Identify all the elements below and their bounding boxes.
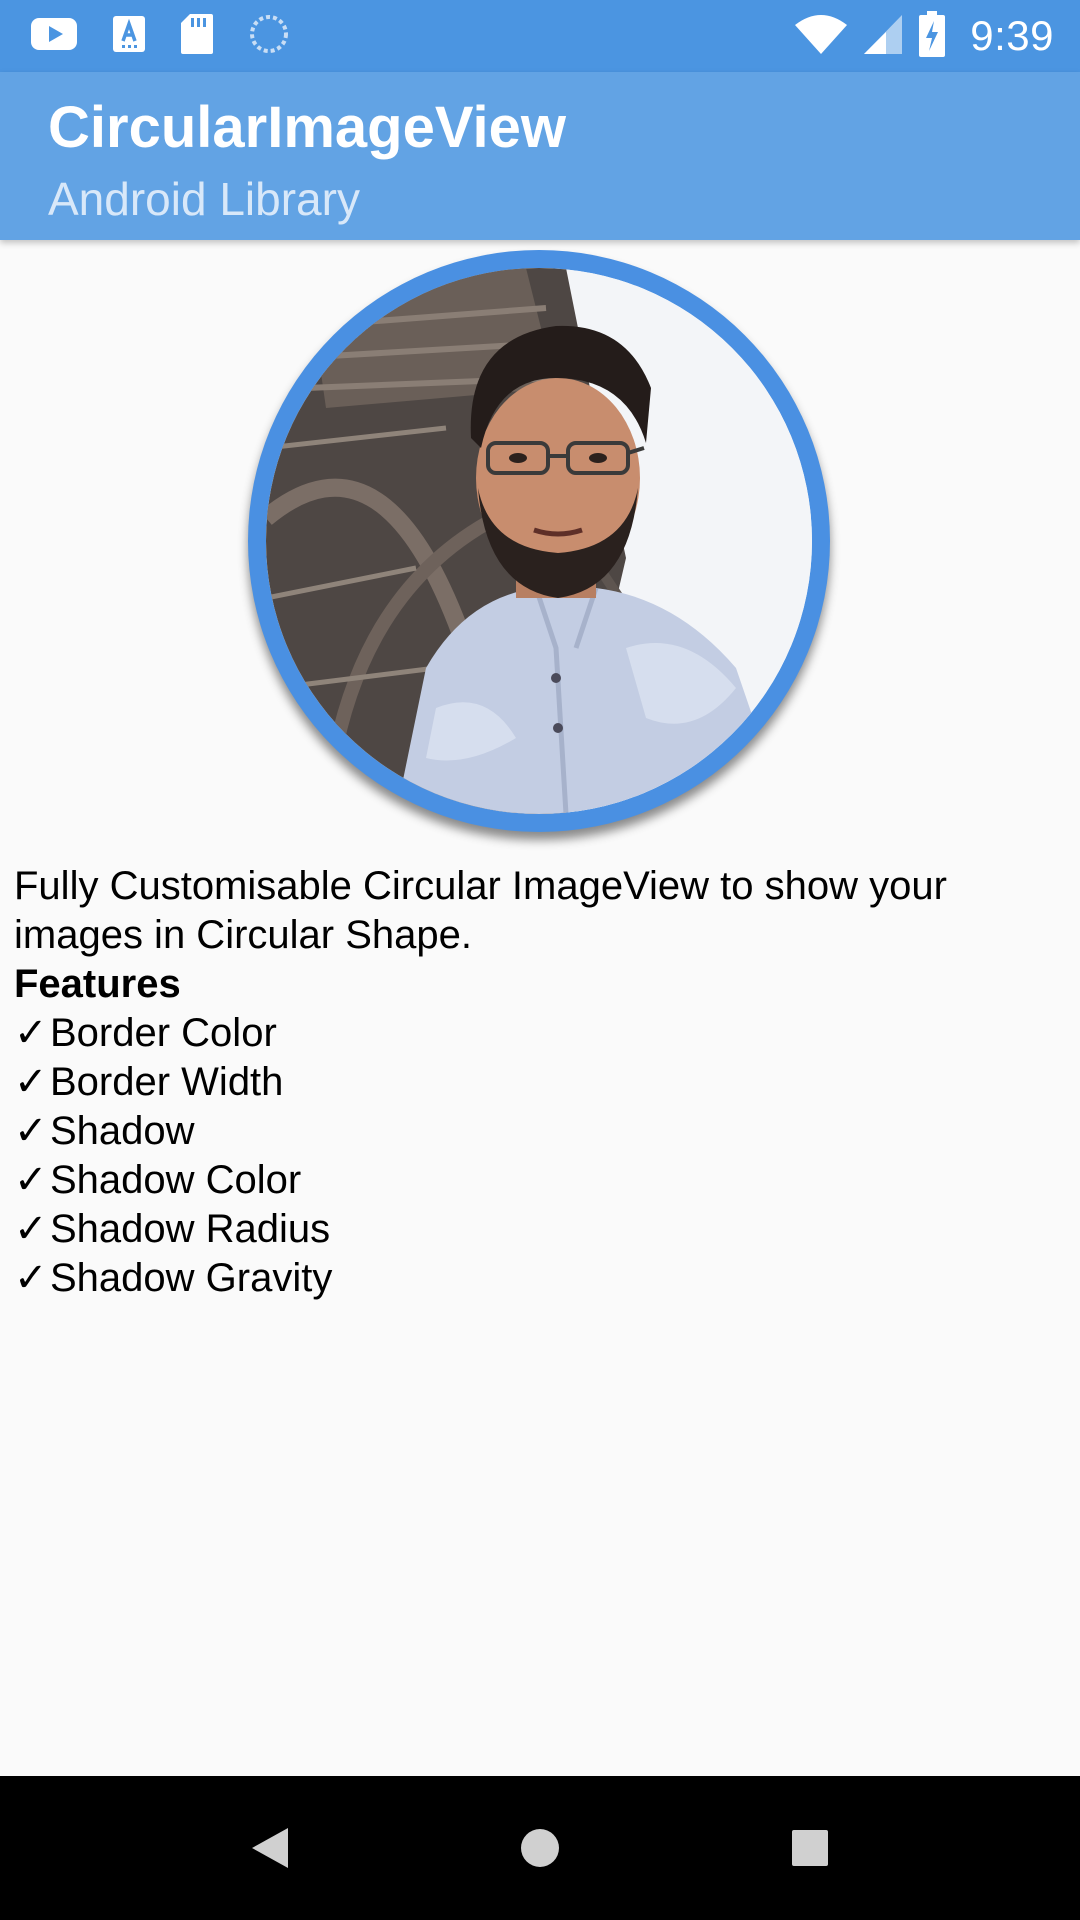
feature-label: Border Color: [50, 1011, 277, 1055]
app-bar: CircularImageView Android Library: [0, 72, 1080, 240]
feature-item: ✓Shadow Radius: [14, 1205, 1064, 1254]
feature-item: ✓Shadow Gravity: [14, 1254, 1064, 1303]
recents-button[interactable]: [778, 1816, 842, 1880]
check-icon: ✓: [14, 1256, 48, 1300]
app-title: CircularImageView: [48, 95, 566, 160]
sync-progress-icon: [248, 13, 290, 60]
battery-charging-icon: [918, 10, 946, 63]
home-button[interactable]: [508, 1816, 572, 1880]
check-icon: ✓: [14, 1158, 48, 1202]
youtube-icon: [30, 16, 78, 57]
recents-icon: [792, 1830, 828, 1866]
check-icon: ✓: [14, 1011, 48, 1055]
feature-label: Shadow Gravity: [50, 1256, 333, 1300]
description-text: Fully Customisable Circular ImageView to…: [14, 864, 947, 957]
wifi-icon: [794, 13, 848, 60]
feature-item: ✓Border Color: [14, 1009, 1064, 1058]
feature-item: ✓Border Width: [14, 1058, 1064, 1107]
app-subtitle: Android Library: [48, 173, 360, 225]
notification-icons: [30, 13, 290, 60]
check-icon: ✓: [14, 1207, 48, 1251]
status-bar: 9:39: [0, 0, 1080, 72]
feature-label: Border Width: [50, 1060, 284, 1104]
feature-item: ✓Shadow Color: [14, 1156, 1064, 1205]
status-time: 9:39: [970, 12, 1054, 59]
feature-label: Shadow Radius: [50, 1207, 331, 1251]
feature-label: Shadow: [50, 1109, 195, 1153]
system-icons: 9:39: [794, 10, 1054, 63]
check-icon: ✓: [14, 1060, 48, 1104]
font-download-icon: [112, 15, 146, 58]
feature-item: ✓Shadow: [14, 1107, 1064, 1156]
back-button[interactable]: [238, 1816, 302, 1880]
cell-signal-icon: [862, 13, 904, 60]
features-heading: Features: [14, 962, 181, 1006]
avatar-photo: [266, 268, 812, 814]
navigation-bar: [0, 1776, 1080, 1920]
sd-card-icon: [180, 13, 214, 60]
feature-label: Shadow Color: [50, 1158, 302, 1202]
circular-image-view: [248, 250, 830, 832]
home-icon: [521, 1829, 559, 1867]
back-icon: [252, 1828, 288, 1868]
description-block: Fully Customisable Circular ImageView to…: [14, 862, 1064, 1303]
check-icon: ✓: [14, 1109, 48, 1153]
